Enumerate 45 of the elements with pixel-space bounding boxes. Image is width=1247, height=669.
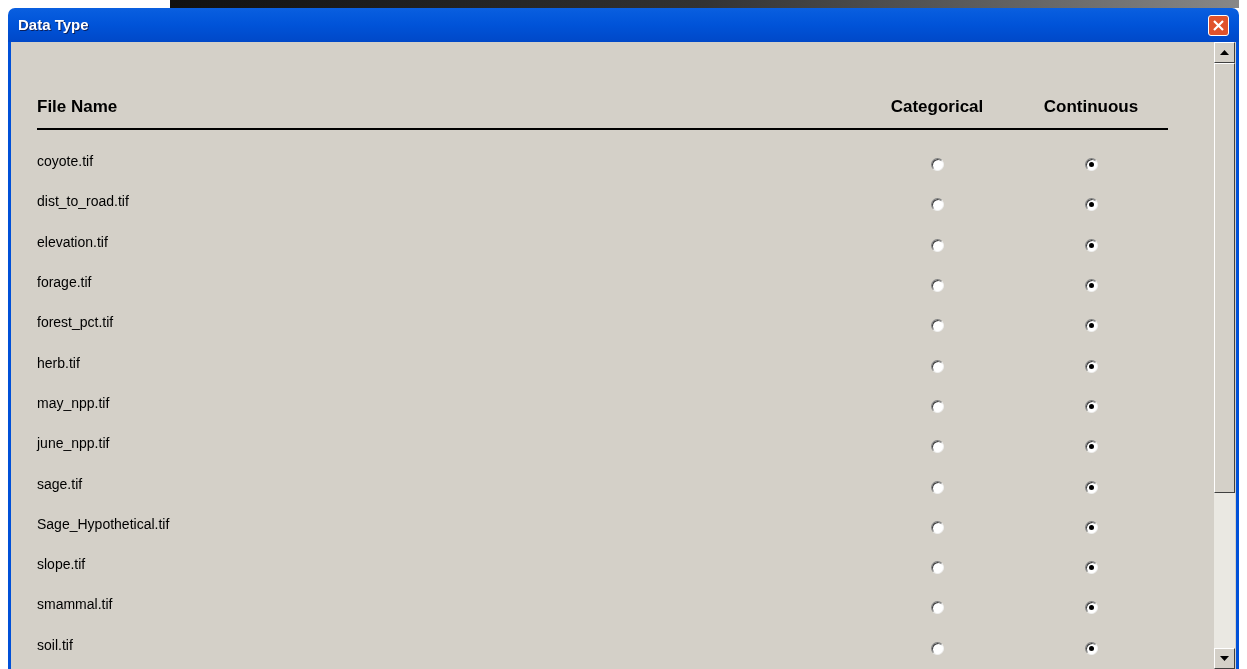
file-name: dist_to_road.tif xyxy=(37,192,130,212)
radio-button[interactable] xyxy=(930,561,944,575)
file-name: Sage_Hypothetical.tif xyxy=(37,514,171,534)
radio-button[interactable] xyxy=(930,319,944,333)
file-name: smammal.tif xyxy=(37,595,114,615)
radio-button[interactable] xyxy=(930,359,944,373)
radio-button[interactable] xyxy=(930,480,944,494)
radio-button[interactable] xyxy=(930,198,944,212)
radio-button[interactable] xyxy=(1084,198,1098,212)
window-title: Data Type xyxy=(18,14,89,35)
radio-button[interactable] xyxy=(1084,158,1098,172)
file-name: elevation.tif xyxy=(37,232,109,252)
column-header: Categorical xyxy=(889,96,985,118)
file-name: herb.tif xyxy=(37,353,81,373)
file-name: forage.tif xyxy=(37,273,93,293)
file-name: may_npp.tif xyxy=(37,393,111,413)
column-header: Continuous xyxy=(1042,96,1140,118)
radio-button[interactable] xyxy=(1084,601,1098,615)
file-name: sage.tif xyxy=(37,474,84,494)
file-name: june_npp.tif xyxy=(37,434,111,454)
close-icon xyxy=(1213,19,1224,31)
scroll-up-button[interactable] xyxy=(1214,42,1235,63)
file-name: slope.tif xyxy=(37,555,87,575)
scrollbar[interactable] xyxy=(1214,42,1235,669)
close-button[interactable] xyxy=(1208,14,1229,36)
down-arrow-icon xyxy=(1220,656,1229,661)
radio-button[interactable] xyxy=(930,520,944,534)
radio-button[interactable] xyxy=(930,279,944,293)
file-name: forest_pct.tif xyxy=(37,313,115,333)
scroll-thumb[interactable] xyxy=(1214,63,1235,493)
radio-button[interactable] xyxy=(930,158,944,172)
radio-button[interactable] xyxy=(1084,279,1098,293)
radio-button[interactable] xyxy=(1084,319,1098,333)
scroll-down-button[interactable] xyxy=(1214,648,1235,669)
file-name: coyote.tif xyxy=(37,152,95,172)
radio-button[interactable] xyxy=(1084,440,1098,454)
up-arrow-icon xyxy=(1220,50,1229,55)
radio-button[interactable] xyxy=(1084,399,1098,413)
radio-button[interactable] xyxy=(930,440,944,454)
file-name: soil.tif xyxy=(37,635,74,655)
radio-button[interactable] xyxy=(930,601,944,615)
radio-button[interactable] xyxy=(1084,561,1098,575)
radio-button[interactable] xyxy=(1084,641,1098,655)
column-header: File Name xyxy=(37,96,119,118)
radio-button[interactable] xyxy=(930,238,944,252)
